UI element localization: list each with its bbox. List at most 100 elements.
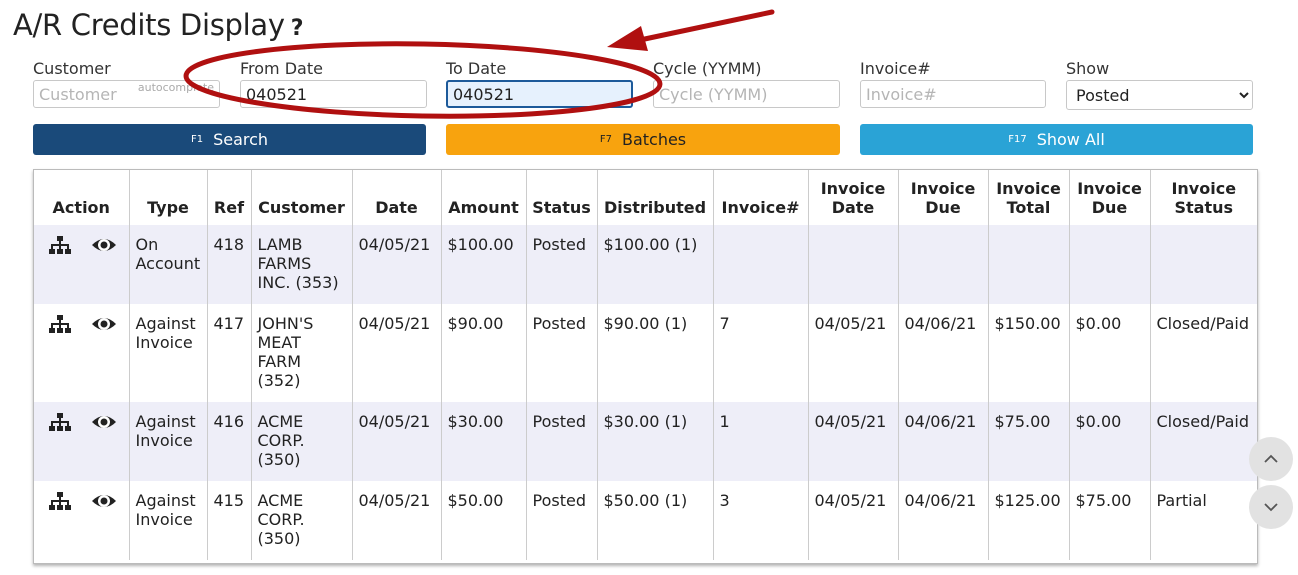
- cell-customer: ACME CORP. (350): [251, 402, 353, 481]
- header-invoice-due: Invoice Due: [1069, 170, 1151, 225]
- row-actions: [34, 225, 130, 304]
- credits-table: Action Type Ref Customer Date Amount Sta…: [34, 170, 1257, 560]
- show-select[interactable]: Posted: [1066, 80, 1253, 110]
- cell-invoice-date: 04/05/21: [808, 481, 899, 560]
- batches-button[interactable]: F7 Batches: [446, 124, 840, 155]
- show-label: Show: [1066, 59, 1110, 78]
- cell-type: On Account: [129, 225, 208, 304]
- cell-customer: LAMB FARMS INC. (353): [251, 225, 353, 304]
- cell-invoice-total: $125.00: [988, 481, 1070, 560]
- cell-invoice-date: 04/05/21: [808, 304, 899, 402]
- table-row: On Account 418 LAMB FARMS INC. (353) 04/…: [34, 225, 1257, 304]
- cell-invoice-due: $75.00: [1069, 481, 1151, 560]
- cell-invoice-due: [1069, 225, 1151, 304]
- header-ref: Ref: [207, 170, 252, 225]
- search-button[interactable]: F1 Search: [33, 124, 426, 155]
- cell-invoice-status: Closed/Paid: [1150, 402, 1257, 481]
- cell-amount: $50.00: [441, 481, 527, 560]
- invoice-input[interactable]: [860, 80, 1046, 108]
- row-actions: [34, 304, 130, 402]
- show-all-button[interactable]: F17 Show All: [860, 124, 1253, 155]
- cell-status: Posted: [526, 481, 598, 560]
- cycle-input[interactable]: [653, 80, 840, 108]
- cell-invoice-due-date: 04/06/21: [898, 481, 989, 560]
- cell-date: 04/05/21: [352, 402, 442, 481]
- page-title: A/R Credits Display?: [13, 8, 304, 42]
- show-all-label: Show All: [1036, 130, 1105, 149]
- table-row: Against Invoice 417 JOHN'S MEAT FARM (35…: [34, 304, 1257, 402]
- header-invoice-total: Invoice Total: [988, 170, 1070, 225]
- cell-ref: 418: [207, 225, 252, 304]
- cell-distributed: $30.00 (1): [597, 402, 714, 481]
- eye-icon[interactable]: [91, 314, 117, 334]
- cycle-label: Cycle (YYMM): [653, 59, 762, 78]
- cell-invoice-date: 04/05/21: [808, 402, 899, 481]
- scroll-down-button[interactable]: [1249, 485, 1293, 529]
- cell-invoice-number: 1: [713, 402, 809, 481]
- batches-label: Batches: [621, 130, 687, 149]
- chevron-down-icon: [1264, 503, 1278, 512]
- to-date-label: To Date: [446, 59, 507, 78]
- cell-status: Posted: [526, 225, 598, 304]
- cell-customer: JOHN'S MEAT FARM (352): [251, 304, 353, 402]
- invoice-filter: Invoice#: [860, 59, 1046, 108]
- cell-type: Against Invoice: [129, 304, 208, 402]
- table-row: Against Invoice 415 ACME CORP. (350) 04/…: [34, 481, 1257, 560]
- row-actions: [34, 481, 130, 560]
- header-status: Status: [526, 170, 598, 225]
- cell-type: Against Invoice: [129, 402, 208, 481]
- scroll-up-button[interactable]: [1249, 437, 1293, 481]
- customer-label: Customer: [33, 59, 111, 78]
- cell-invoice-date: [808, 225, 899, 304]
- cell-ref: 416: [207, 402, 252, 481]
- table-header-row: Action Type Ref Customer Date Amount Sta…: [34, 170, 1257, 225]
- search-label: Search: [213, 130, 269, 149]
- cell-invoice-total: $150.00: [988, 304, 1070, 402]
- header-invoice-date: Invoice Date: [808, 170, 899, 225]
- cell-amount: $30.00: [441, 402, 527, 481]
- cell-invoice-due-date: 04/06/21: [898, 402, 989, 481]
- cell-distributed: $90.00 (1): [597, 304, 714, 402]
- cell-status: Posted: [526, 402, 598, 481]
- header-customer: Customer: [251, 170, 353, 225]
- header-invoice-due-date: Invoice Due: [898, 170, 989, 225]
- from-date-filter: From Date: [240, 59, 427, 108]
- hierarchy-icon[interactable]: [48, 314, 72, 334]
- cell-invoice-status: Partial: [1150, 481, 1257, 560]
- search-key: F1: [190, 134, 204, 145]
- to-date-input[interactable]: [446, 80, 633, 108]
- cycle-filter: Cycle (YYMM): [653, 59, 840, 108]
- table-row: Against Invoice 416 ACME CORP. (350) 04/…: [34, 402, 1257, 481]
- cell-invoice-number: [713, 225, 809, 304]
- annotation-arrow-line: [637, 9, 775, 43]
- from-date-input[interactable]: [240, 80, 427, 108]
- header-type: Type: [129, 170, 208, 225]
- row-actions: [34, 402, 130, 481]
- cell-date: 04/05/21: [352, 304, 442, 402]
- cell-distributed: $50.00 (1): [597, 481, 714, 560]
- hierarchy-icon[interactable]: [48, 235, 72, 255]
- cell-invoice-due-date: [898, 225, 989, 304]
- cell-invoice-due: $0.00: [1069, 304, 1151, 402]
- header-invoice-number: Invoice#: [713, 170, 809, 225]
- cell-invoice-due-date: 04/06/21: [898, 304, 989, 402]
- header-invoice-status: Invoice Status: [1171, 179, 1237, 217]
- cell-status: Posted: [526, 304, 598, 402]
- chevron-up-icon: [1264, 454, 1278, 463]
- hierarchy-icon[interactable]: [48, 412, 72, 432]
- hierarchy-icon[interactable]: [48, 491, 72, 511]
- batches-key: F7: [599, 134, 612, 145]
- cell-date: 04/05/21: [352, 225, 442, 304]
- help-icon[interactable]: ?: [291, 16, 304, 41]
- cell-customer: ACME CORP. (350): [251, 481, 353, 560]
- eye-icon[interactable]: [91, 491, 117, 511]
- cell-date: 04/05/21: [352, 481, 442, 560]
- credits-table-container: Action Type Ref Customer Date Amount Sta…: [33, 169, 1258, 564]
- eye-icon[interactable]: [91, 412, 117, 432]
- eye-icon[interactable]: [91, 235, 117, 255]
- cell-invoice-status: Closed/Paid: [1150, 304, 1257, 402]
- cell-invoice-status: [1150, 225, 1257, 304]
- show-all-key: F17: [1008, 134, 1027, 145]
- cell-distributed: $100.00 (1): [597, 225, 714, 304]
- autocomplete-hint: autocomplete: [137, 81, 214, 94]
